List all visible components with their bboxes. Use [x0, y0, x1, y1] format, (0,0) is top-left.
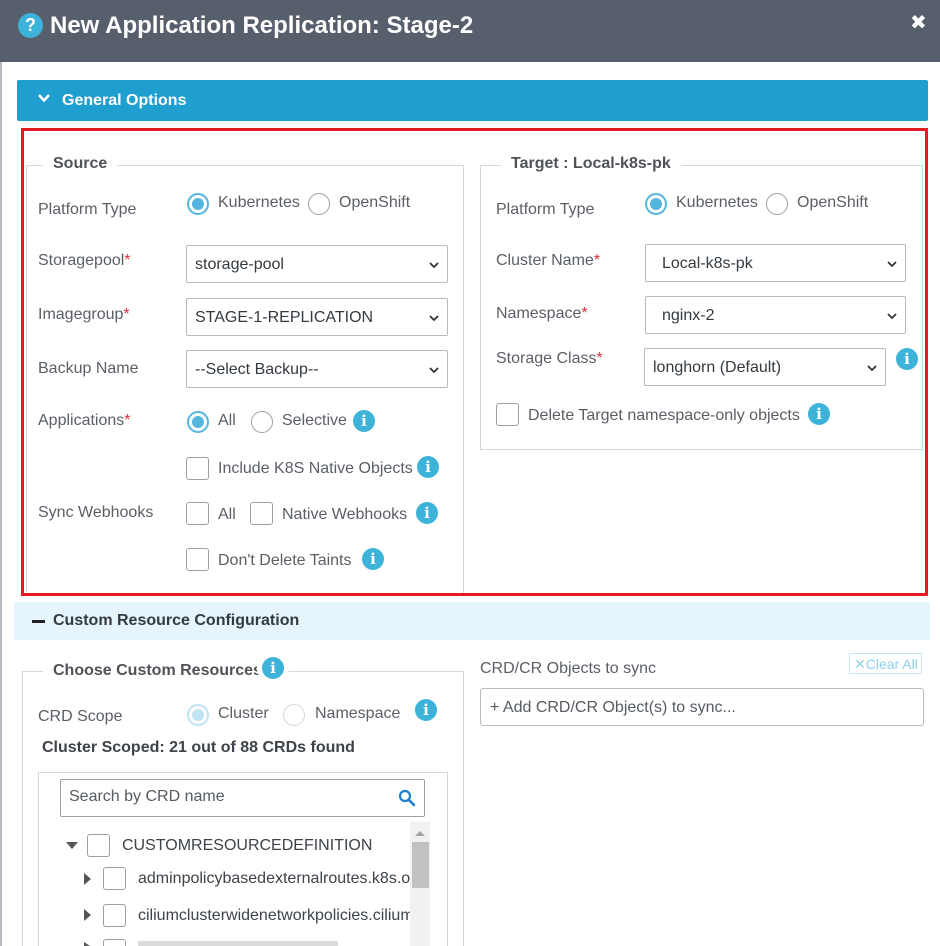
- caret-down-icon[interactable]: [66, 841, 78, 851]
- source-openshift-label: OpenShift: [339, 194, 411, 211]
- imagegroup-select[interactable]: STAGE-1-REPLICATION: [186, 298, 448, 336]
- tree-root-checkbox[interactable]: [87, 834, 110, 857]
- sync-webhooks-label: Sync Webhooks: [38, 504, 154, 521]
- add-crd-objects-input[interactable]: + Add CRD/CR Object(s) to sync...: [480, 688, 924, 726]
- tree-item-checkbox[interactable]: [103, 904, 126, 927]
- tree-item-label: ciliumclusterwidenetworkpolicies.cilium.…: [138, 907, 410, 924]
- tree-item-label: adminpolicybasedexternalroutes.k8s.ovn.o…: [138, 870, 410, 887]
- tree-item[interactable]: ciliumclusterwidenetworkpolicies.cilium.…: [138, 907, 410, 925]
- dialog-title: New Application Replication: Stage-2: [50, 12, 474, 39]
- caret-right-icon[interactable]: [83, 942, 92, 946]
- backup-name-value: --Select Backup--: [195, 361, 319, 378]
- target-platform-type-label: Platform Type: [496, 201, 595, 218]
- cluster-name-value: Local-k8s-pk: [662, 255, 753, 272]
- source-platform-type-label: Platform Type: [38, 201, 137, 218]
- target-legend: Target : Local-k8s-pk: [501, 155, 681, 173]
- info-icon[interactable]: i: [416, 502, 438, 524]
- clear-all-button[interactable]: ✕Clear All: [849, 653, 922, 674]
- target-radio-openshift[interactable]: [766, 193, 788, 215]
- delete-target-objects-checkbox[interactable]: [496, 403, 519, 426]
- backup-name-select[interactable]: --Select Backup--: [186, 350, 448, 388]
- storage-class-value: longhorn (Default): [653, 359, 782, 376]
- info-icon[interactable]: i: [417, 456, 439, 478]
- info-icon[interactable]: i: [808, 403, 830, 425]
- chevron-down-icon: [429, 262, 439, 269]
- minus-icon: [32, 620, 45, 623]
- source-kubernetes-label: Kubernetes: [218, 194, 300, 211]
- applications-all-label: All: [218, 412, 236, 429]
- chevron-down-icon: [429, 367, 439, 374]
- target-radio-kubernetes[interactable]: [645, 193, 667, 215]
- native-webhooks-label: Native Webhooks: [282, 506, 408, 523]
- crd-scope-label: CRD Scope: [38, 708, 123, 725]
- webhooks-all-label: All: [218, 506, 236, 523]
- backup-name-label: Backup Name: [38, 360, 139, 377]
- caret-right-icon[interactable]: [83, 872, 92, 886]
- imagegroup-label: Imagegroup*: [38, 306, 130, 323]
- chevron-down-icon: [867, 365, 877, 372]
- tree-root-label: CUSTOMRESOURCEDEFINITION: [122, 837, 373, 854]
- applications-label: Applications*: [38, 412, 131, 429]
- storage-class-label: Storage Class*: [496, 350, 603, 367]
- general-options-label: General Options: [62, 92, 187, 109]
- info-icon[interactable]: i: [262, 657, 284, 679]
- search-icon[interactable]: [398, 789, 416, 807]
- dont-delete-taints-label: Don't Delete Taints: [218, 552, 352, 569]
- delete-target-objects-label: Delete Target namespace-only objects: [528, 407, 800, 424]
- target-openshift-label: OpenShift: [797, 194, 869, 211]
- tree-item[interactable]: adminpolicybasedexternalroutes.k8s.ovn.o…: [138, 870, 410, 888]
- tree-scroll-thumb[interactable]: [412, 842, 429, 888]
- namespace-value: nginx-2: [662, 307, 715, 324]
- storage-class-select[interactable]: longhorn (Default): [644, 348, 886, 386]
- info-icon[interactable]: i: [353, 410, 375, 432]
- namespace-label: Namespace*: [496, 305, 588, 322]
- dont-delete-taints-checkbox[interactable]: [186, 548, 209, 571]
- applications-selective-label: Selective: [282, 412, 347, 429]
- info-icon[interactable]: i: [362, 548, 384, 570]
- target-kubernetes-label: Kubernetes: [676, 194, 758, 211]
- help-icon[interactable]: ?: [18, 13, 43, 38]
- scope-cluster-label: Cluster: [218, 705, 269, 722]
- clear-icon: ✕: [854, 656, 866, 672]
- imagegroup-value: STAGE-1-REPLICATION: [195, 309, 374, 326]
- dialog-left-border: [0, 62, 2, 946]
- chevron-down-icon: [887, 261, 897, 268]
- cluster-name-label: Cluster Name*: [496, 252, 601, 269]
- include-native-objects-label: Include K8S Native Objects: [218, 460, 413, 477]
- close-icon[interactable]: ✖: [910, 10, 927, 35]
- tree-item-checkbox[interactable]: [103, 939, 126, 946]
- chevron-down-icon: [38, 94, 50, 103]
- source-radio-openshift[interactable]: [308, 193, 330, 215]
- webhooks-all-checkbox[interactable]: [186, 502, 209, 525]
- caret-right-icon[interactable]: [83, 908, 92, 922]
- custom-resource-label: Custom Resource Configuration: [53, 612, 300, 629]
- applications-radio-selective[interactable]: [251, 411, 273, 433]
- native-webhooks-checkbox[interactable]: [250, 502, 273, 525]
- scope-radio-namespace[interactable]: [283, 704, 305, 726]
- applications-radio-all[interactable]: [187, 411, 209, 433]
- scope-namespace-label: Namespace: [315, 705, 401, 722]
- source-legend: Source: [43, 155, 118, 173]
- info-icon[interactable]: i: [896, 348, 918, 370]
- storagepool-value: storage-pool: [195, 256, 284, 273]
- storagepool-label: Storagepool*: [38, 252, 131, 269]
- scope-radio-cluster[interactable]: [187, 704, 209, 726]
- info-icon[interactable]: i: [415, 699, 437, 721]
- crd-summary: Cluster Scoped: 21 out of 88 CRDs found: [42, 739, 355, 756]
- tree-item-checkbox[interactable]: [103, 867, 126, 890]
- namespace-select[interactable]: nginx-2: [645, 296, 906, 334]
- tree-item-partial: [138, 941, 338, 946]
- source-radio-kubernetes[interactable]: [187, 193, 209, 215]
- chevron-down-icon: [429, 315, 439, 322]
- cluster-name-select[interactable]: Local-k8s-pk: [645, 244, 906, 282]
- include-native-objects-checkbox[interactable]: [186, 457, 209, 480]
- chevron-down-icon: [887, 313, 897, 320]
- storagepool-select[interactable]: storage-pool: [186, 245, 448, 283]
- clear-all-label: Clear All: [865, 656, 918, 672]
- crd-search-input[interactable]: Search by CRD name: [60, 779, 425, 817]
- objects-to-sync-label: CRD/CR Objects to sync: [480, 660, 657, 677]
- choose-resources-legend: Choose Custom Resources: [43, 662, 272, 680]
- scroll-up-icon[interactable]: [414, 829, 426, 837]
